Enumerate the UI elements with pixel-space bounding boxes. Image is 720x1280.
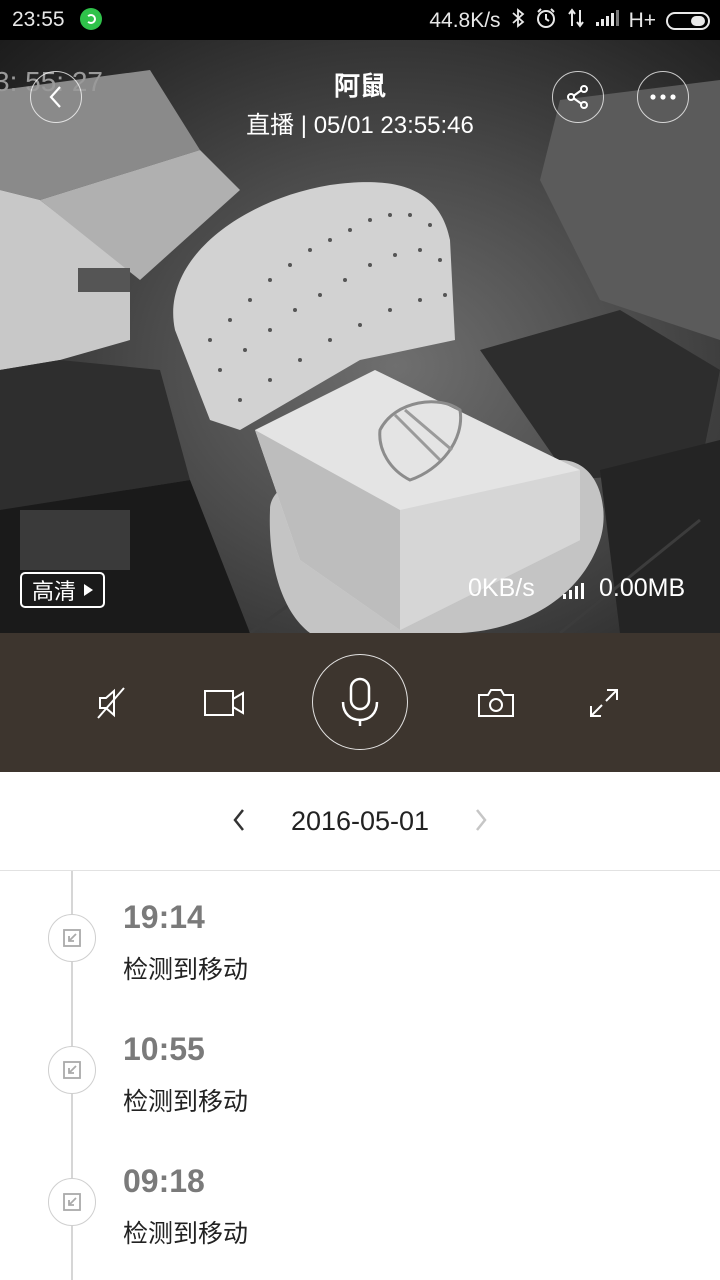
mute-button[interactable]	[86, 633, 138, 772]
camera-snapshot-icon	[478, 688, 514, 717]
signal-icon	[595, 9, 619, 33]
device-title: 阿鼠	[333, 72, 386, 102]
battery-icon	[666, 12, 710, 30]
event-time: 19:14	[123, 899, 205, 935]
record-video-icon	[204, 689, 244, 716]
share-button[interactable]	[552, 71, 604, 123]
status-right: 44.8K/s H+	[429, 7, 710, 35]
motion-event-icon	[48, 1178, 96, 1226]
microphone-icon	[341, 677, 379, 726]
quality-toggle-button[interactable]: 高清	[20, 572, 106, 608]
data-used-readout: 0.00MB	[599, 574, 686, 602]
more-dots-icon	[650, 94, 676, 100]
event-time: 10:55	[123, 1031, 205, 1067]
status-time: 23:55	[12, 8, 65, 31]
motion-event-icon	[48, 914, 96, 962]
live-timestamp: 直播 | 05/01 23:55:46	[246, 112, 474, 139]
mute-icon	[97, 686, 125, 719]
list-item[interactable]: 10:55 检测到移动	[0, 1003, 720, 1135]
fullscreen-button[interactable]	[578, 633, 630, 772]
quality-label: 高清	[32, 580, 77, 605]
whatsapp-icon	[80, 8, 102, 30]
current-date: 2016-05-01	[290, 806, 430, 836]
next-day-button[interactable]	[468, 802, 494, 838]
event-time: 09:18	[123, 1163, 205, 1199]
motion-event-icon	[48, 1046, 96, 1094]
control-bar	[0, 633, 720, 772]
play-triangle-icon	[84, 584, 94, 596]
list-item[interactable]: 19:14 检测到移动	[0, 871, 720, 1003]
bluetooth-icon	[511, 8, 525, 34]
bitrate-readout: 0KB/s	[468, 574, 535, 602]
event-description: 检测到移动	[123, 955, 249, 984]
fullscreen-icon	[590, 688, 618, 717]
event-timeline: 19:14 检测到移动 10:55 检测到移动 09:18 检测到移动	[0, 871, 720, 1280]
data-arrows-icon	[567, 8, 585, 34]
event-description: 检测到移动	[123, 1087, 249, 1116]
signal-strength-icon	[563, 583, 584, 599]
network-type: H+	[628, 9, 656, 32]
camera-video-feed[interactable]: 3: 55: 27 阿鼠 直播 | 05/01 23:55:46 高清 0KB/…	[0, 40, 720, 633]
date-navigator: 2016-05-01	[0, 772, 720, 871]
share-icon	[567, 85, 588, 109]
list-item[interactable]: 09:18 检测到移动	[0, 1135, 720, 1267]
snapshot-button[interactable]	[470, 633, 522, 772]
event-description: 检测到移动	[123, 1219, 249, 1248]
alarm-icon	[535, 7, 557, 35]
record-video-button[interactable]	[198, 633, 250, 772]
chevron-right-icon	[476, 809, 487, 831]
talk-button[interactable]	[312, 654, 408, 750]
status-bar: 23:55 44.8K/s H+	[0, 0, 720, 40]
more-options-button[interactable]	[637, 71, 689, 123]
net-speed: 44.8K/s	[429, 9, 501, 32]
